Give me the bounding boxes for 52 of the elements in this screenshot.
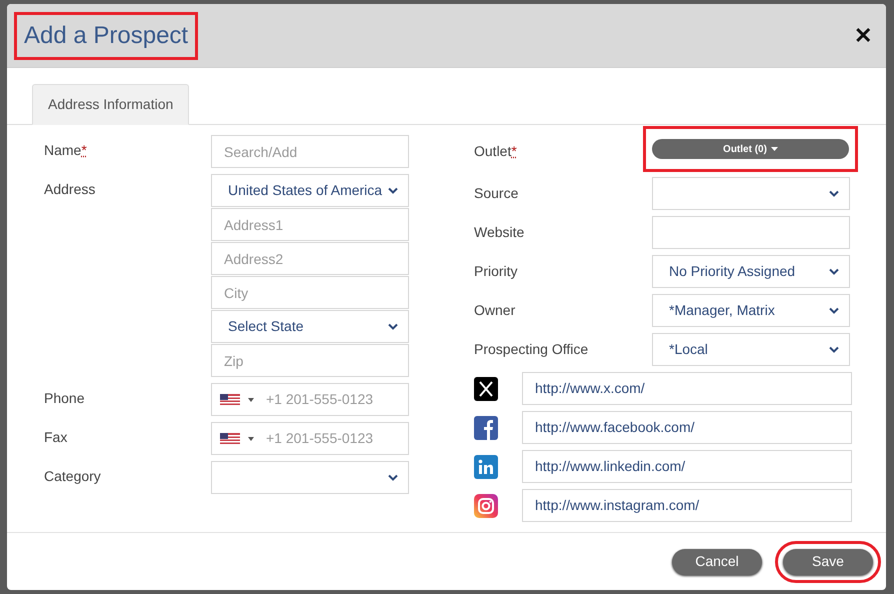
chevron-down-icon (388, 187, 398, 194)
outlet-dropdown-button[interactable]: Outlet (0) (652, 139, 849, 159)
caret-icon (248, 398, 254, 402)
text-field[interactable]: Search/Add (211, 135, 409, 168)
caret-icon (770, 147, 778, 151)
phone-placeholder: +1 201-555-0123 (266, 429, 374, 448)
close-button[interactable]: ✕ (854, 19, 872, 52)
chevron-down-icon (829, 268, 839, 275)
field-label: Outlet* (474, 143, 517, 159)
facebook-logo-icon (474, 416, 498, 440)
flag-icon (220, 394, 240, 405)
field-label: Address (44, 181, 96, 197)
tab[interactable]: Address Information (32, 84, 190, 125)
select-field[interactable] (652, 177, 850, 210)
select-field[interactable]: *Manager, Matrix (652, 294, 850, 327)
chevron-down-icon (829, 190, 839, 197)
url-field[interactable]: http://www.x.com/ (522, 372, 852, 405)
field-label: Phone (44, 390, 84, 406)
select-field[interactable]: *Local (652, 333, 850, 366)
text-field[interactable]: Zip (211, 344, 409, 377)
chevron-down-icon (829, 346, 839, 353)
flag-icon (220, 433, 240, 444)
instagram-logo-icon (474, 494, 498, 518)
field-label: Source (474, 185, 518, 201)
field-label: Name* (44, 142, 87, 158)
dialog-title: Add a Prospect (14, 12, 198, 60)
field-label: Website (474, 224, 524, 240)
chevron-down-icon (388, 323, 398, 330)
text-field[interactable] (652, 216, 850, 249)
url-field[interactable]: http://www.facebook.com/ (522, 411, 852, 444)
chevron-down-icon (388, 474, 398, 481)
chevron-down-icon (829, 307, 839, 314)
url-field[interactable]: http://www.instagram.com/ (522, 489, 852, 522)
caret-icon (248, 436, 254, 440)
text-field[interactable]: Address2 (211, 242, 409, 275)
select-field[interactable]: United States of America (211, 174, 409, 207)
select-field[interactable] (211, 461, 409, 494)
text-field[interactable]: Address1 (211, 208, 409, 241)
dialog-button[interactable]: Save (783, 548, 873, 574)
select-field[interactable]: No Priority Assigned (652, 255, 850, 288)
phone-placeholder: +1 201-555-0123 (266, 390, 374, 409)
x-logo-icon (474, 376, 498, 400)
field-label: Category (44, 468, 101, 484)
dialog-button[interactable]: Cancel (672, 548, 762, 574)
text-field[interactable]: City (211, 276, 409, 309)
linkedin-logo-icon (474, 454, 498, 478)
field-label: Fax (44, 429, 68, 445)
url-field[interactable]: http://www.linkedin.com/ (522, 450, 852, 483)
field-label: Owner (474, 302, 516, 318)
field-label: Prospecting Office (474, 341, 588, 357)
select-field[interactable]: Select State (211, 310, 409, 343)
field-label: Priority (474, 263, 518, 279)
